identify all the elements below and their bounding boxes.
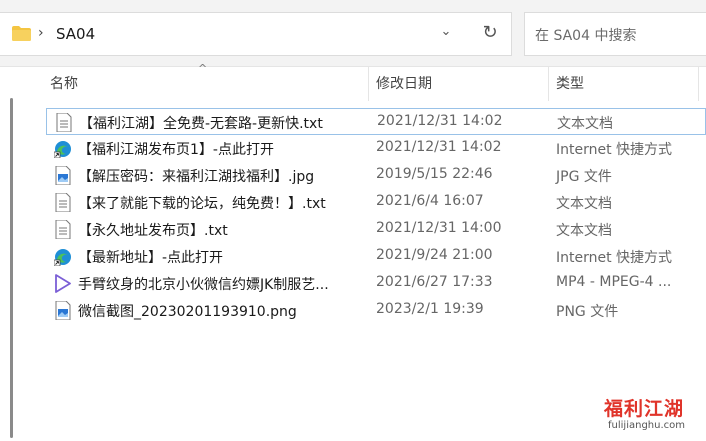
file-type: 文本文档 bbox=[556, 196, 612, 212]
navigation-pane bbox=[0, 67, 26, 441]
file-row[interactable]: 【最新地址】-点此打开 2021/9/24 21:00 Internet 快捷方… bbox=[46, 243, 706, 270]
file-date: 2021/6/27 17:33 bbox=[376, 274, 493, 290]
watermark-logo: 福利江湖 fulijianghu.com bbox=[604, 394, 702, 438]
file-type: JPG 文件 bbox=[556, 169, 612, 185]
file-type: MP4 - MPEG-4 ... bbox=[556, 274, 672, 290]
image-file-icon bbox=[55, 166, 71, 185]
file-type: 文本文档 bbox=[557, 116, 613, 132]
video-file-icon bbox=[55, 274, 71, 293]
file-row[interactable]: 【解压密码：来福利江湖找福利】.jpg 2019/5/15 22:46 JPG … bbox=[46, 162, 706, 189]
file-name: 【解压密码：来福利江湖找福利】.jpg bbox=[78, 169, 315, 185]
chevron-down-icon[interactable]: ⌄ bbox=[436, 24, 456, 44]
search-input[interactable]: 在 SA04 中搜索 bbox=[524, 12, 706, 56]
file-date: 2023/2/1 19:39 bbox=[376, 301, 484, 317]
column-divider[interactable] bbox=[548, 67, 549, 101]
edge-shortcut-icon bbox=[54, 141, 71, 158]
watermark-url: fulijianghu.com bbox=[608, 420, 685, 431]
refresh-icon[interactable]: ↻ bbox=[478, 22, 502, 46]
file-name: 微信截图_20230201193910.png bbox=[78, 304, 297, 320]
file-name: 【福利江湖发布页1】-点此打开 bbox=[78, 142, 274, 158]
file-name: 【永久地址发布页】.txt bbox=[78, 223, 228, 239]
file-row[interactable]: 微信截图_20230201193910.png 2023/2/1 19:39 P… bbox=[46, 297, 706, 324]
file-row[interactable]: 手臂纹身的北京小伙微信约嫖JK制服艺... 2021/6/27 17:33 MP… bbox=[46, 270, 706, 297]
file-date: 2019/5/15 22:46 bbox=[376, 166, 493, 182]
chevron-right-icon[interactable]: › bbox=[38, 25, 44, 41]
sort-up-icon: ^ bbox=[198, 62, 208, 75]
file-row[interactable]: 【来了就能下载的论坛，纯免费！】.txt 2021/6/4 16:07 文本文档 bbox=[46, 189, 706, 216]
file-date: 2021/12/31 14:00 bbox=[376, 220, 502, 236]
file-row[interactable]: 【福利江湖发布页1】-点此打开 2021/12/31 14:02 Interne… bbox=[46, 135, 706, 162]
watermark-text: 福利江湖 bbox=[604, 398, 685, 420]
file-date: 2021/12/31 14:02 bbox=[376, 139, 502, 155]
file-type: Internet 快捷方式 bbox=[556, 250, 673, 266]
file-name: 【最新地址】-点此打开 bbox=[78, 250, 224, 266]
file-date: 2021/9/24 21:00 bbox=[376, 247, 493, 263]
search-placeholder: 在 SA04 中搜索 bbox=[535, 28, 637, 44]
column-divider[interactable] bbox=[698, 67, 699, 101]
file-type: 文本文档 bbox=[556, 223, 612, 239]
column-header-type[interactable]: 类型 bbox=[556, 67, 584, 101]
folder-icon bbox=[12, 26, 31, 41]
file-date: 2021/12/31 14:02 bbox=[377, 113, 503, 129]
scrollbar[interactable] bbox=[10, 98, 13, 438]
address-bar[interactable]: › SA04 ⌄ ↻ bbox=[0, 12, 512, 56]
file-name: 【福利江湖】全免费-无套路-更新快.txt bbox=[79, 116, 323, 132]
file-name: 【来了就能下载的论坛，纯免费！】.txt bbox=[78, 196, 326, 212]
column-divider[interactable] bbox=[368, 67, 369, 101]
toolbar: › SA04 ⌄ ↻ 在 SA04 中搜索 bbox=[0, 0, 706, 67]
image-file-icon bbox=[55, 301, 71, 320]
text-file-icon bbox=[56, 113, 72, 132]
text-file-icon bbox=[55, 193, 71, 212]
edge-shortcut-icon bbox=[54, 249, 71, 266]
file-date: 2021/6/4 16:07 bbox=[376, 193, 484, 209]
file-row[interactable]: 【永久地址发布页】.txt 2021/12/31 14:00 文本文档 bbox=[46, 216, 706, 243]
file-type: PNG 文件 bbox=[556, 304, 619, 320]
file-name: 手臂纹身的北京小伙微信约嫖JK制服艺... bbox=[78, 277, 329, 293]
file-type: Internet 快捷方式 bbox=[556, 142, 673, 158]
breadcrumb[interactable]: SA04 bbox=[56, 25, 95, 43]
text-file-icon bbox=[55, 220, 71, 239]
column-header-name[interactable]: 名称 bbox=[50, 67, 78, 101]
file-row[interactable]: 【福利江湖】全免费-无套路-更新快.txt 2021/12/31 14:02 文… bbox=[46, 108, 706, 135]
column-header-date[interactable]: 修改日期 bbox=[376, 67, 432, 101]
